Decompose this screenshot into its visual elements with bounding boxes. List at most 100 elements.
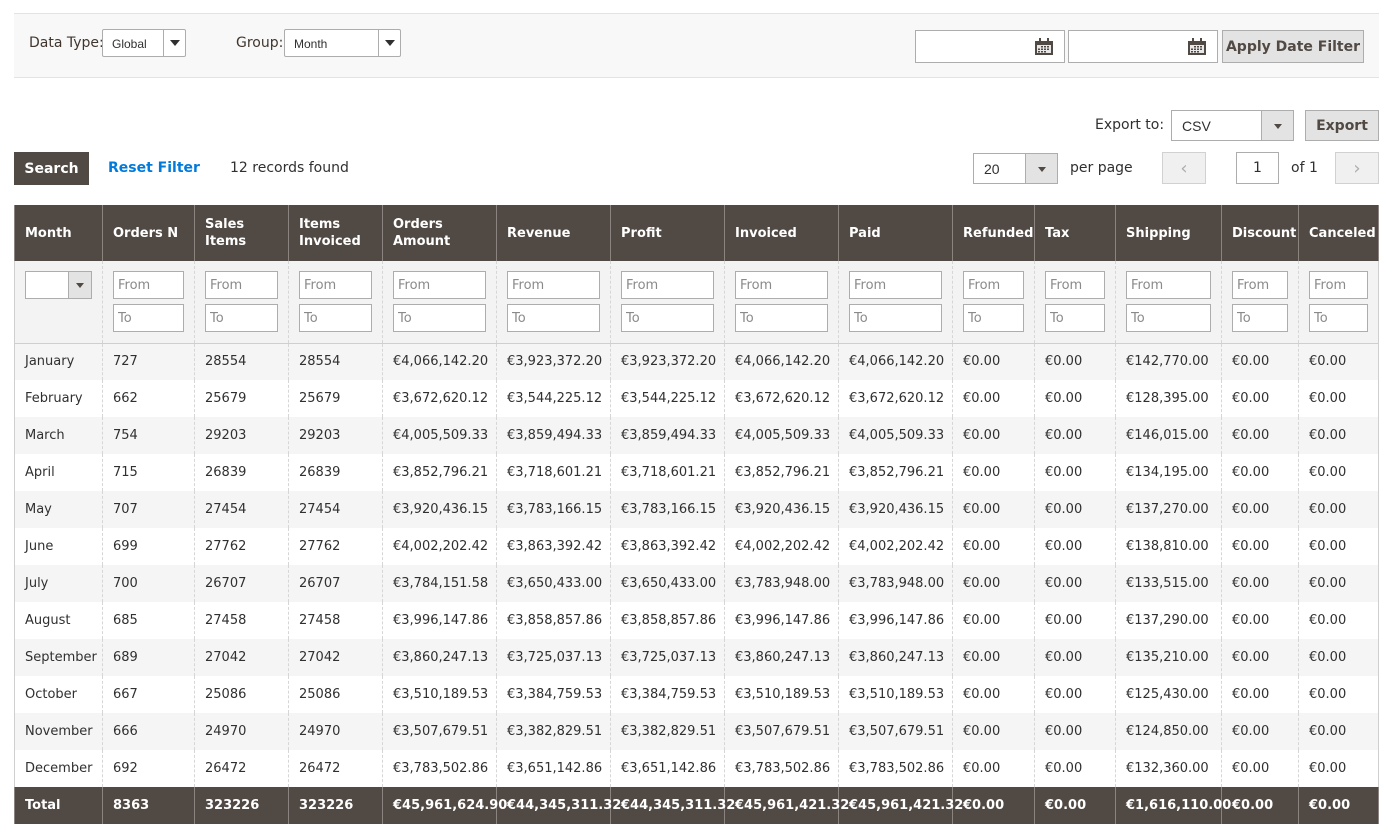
- table-cell: €0.00: [1034, 565, 1116, 602]
- table-cell: €3,382,829.51: [610, 713, 725, 750]
- filter-from-input[interactable]: [113, 271, 184, 299]
- per-page-select[interactable]: 20: [973, 153, 1058, 184]
- filter-to-input[interactable]: [205, 304, 278, 332]
- table-cell: 27762: [288, 528, 383, 565]
- column-header[interactable]: Paid: [838, 205, 953, 261]
- column-header[interactable]: Revenue: [496, 205, 611, 261]
- filter-from-input[interactable]: [621, 271, 714, 299]
- filter-to-input[interactable]: [1126, 304, 1211, 332]
- data-type-select[interactable]: Global: [102, 29, 186, 57]
- filter-to-input[interactable]: [113, 304, 184, 332]
- total-cell: €44,345,311.32: [496, 787, 621, 824]
- table-cell: 727: [102, 343, 195, 380]
- table-cell: €4,005,509.33: [382, 417, 497, 454]
- column-header[interactable]: Invoiced: [724, 205, 839, 261]
- table-cell: €3,996,147.86: [382, 602, 497, 639]
- filter-from-input[interactable]: [849, 271, 942, 299]
- table-row: April 715 26839 26839 €3,852,796.21 €3,718,60…: [14, 454, 1379, 491]
- table-cell: March: [14, 417, 103, 454]
- total-cell: €45,961,421.32: [724, 787, 849, 824]
- table-cell: €0.00: [1034, 528, 1116, 565]
- filter-from-input[interactable]: [1309, 271, 1368, 299]
- table-cell: €3,852,796.21: [724, 454, 839, 491]
- column-header[interactable]: Sales Items: [194, 205, 289, 261]
- column-header[interactable]: Canceled: [1298, 205, 1379, 261]
- filter-from-input[interactable]: [1126, 271, 1211, 299]
- calendar-icon[interactable]: [1187, 38, 1207, 56]
- filter-to-input[interactable]: [963, 304, 1024, 332]
- filter-to-input[interactable]: [849, 304, 942, 332]
- previous-page-button[interactable]: ‹: [1162, 152, 1206, 184]
- date-from-input[interactable]: [915, 30, 1065, 63]
- total-cell: 8363: [102, 787, 195, 824]
- calendar-icon[interactable]: [1034, 38, 1054, 56]
- table-cell: €0.00: [1221, 750, 1299, 787]
- filter-to-input[interactable]: [735, 304, 828, 332]
- filter-to-input[interactable]: [393, 304, 486, 332]
- table-cell: €0.00: [1221, 639, 1299, 676]
- chevron-right-icon: ›: [1353, 157, 1361, 179]
- search-button[interactable]: Search: [14, 152, 89, 185]
- chevron-down-icon: [1025, 154, 1057, 183]
- column-header[interactable]: Shipping: [1115, 205, 1222, 261]
- table-cell: February: [14, 380, 103, 417]
- column-header[interactable]: Orders Amount: [382, 205, 497, 261]
- reset-filter-link[interactable]: Reset Filter: [108, 160, 200, 176]
- table-cell: €3,783,502.86: [724, 750, 839, 787]
- date-to-input[interactable]: [1068, 30, 1218, 63]
- filter-from-input[interactable]: [299, 271, 372, 299]
- filter-to-input[interactable]: [299, 304, 372, 332]
- filter-cell: [288, 261, 383, 344]
- totals-row: Total 8363 323226 323226 €45,961,624.90 €44,3…: [14, 787, 1379, 824]
- total-cell: 323226: [194, 787, 289, 824]
- column-header[interactable]: Month: [14, 205, 103, 261]
- filter-cell: [838, 261, 953, 344]
- table-cell: 685: [102, 602, 195, 639]
- table-cell: €4,002,202.42: [838, 528, 953, 565]
- table-cell: €3,718,601.21: [496, 454, 611, 491]
- group-select[interactable]: Month: [284, 29, 401, 57]
- table-cell: €142,770.00: [1115, 343, 1222, 380]
- month-filter-select[interactable]: [25, 271, 92, 299]
- column-header[interactable]: Refunded: [952, 205, 1035, 261]
- filter-to-input[interactable]: [1045, 304, 1105, 332]
- filter-to-input[interactable]: [1232, 304, 1288, 332]
- filter-from-input[interactable]: [1045, 271, 1105, 299]
- filter-from-input[interactable]: [963, 271, 1024, 299]
- table-row: December 692 26472 26472 €3,783,502.86 €3,651…: [14, 750, 1379, 787]
- table-cell: 28554: [194, 343, 289, 380]
- table-cell: €3,510,189.53: [724, 676, 839, 713]
- filter-from-input[interactable]: [205, 271, 278, 299]
- filter-from-input[interactable]: [507, 271, 600, 299]
- column-header[interactable]: Items Invoiced: [288, 205, 383, 261]
- next-page-button[interactable]: ›: [1335, 152, 1379, 184]
- export-button[interactable]: Export: [1305, 110, 1379, 141]
- current-page-input[interactable]: [1236, 152, 1279, 184]
- table-row: October 667 25086 25086 €3,510,189.53 €3,384,…: [14, 676, 1379, 713]
- column-header[interactable]: Orders N: [102, 205, 195, 261]
- filter-from-input[interactable]: [1232, 271, 1288, 299]
- report-filter-bar: Data Type: Global Group: Month Apply Dat…: [14, 13, 1379, 78]
- table-cell: €138,810.00: [1115, 528, 1222, 565]
- total-cell: 323226: [288, 787, 383, 824]
- filter-to-input[interactable]: [621, 304, 714, 332]
- column-header[interactable]: Profit: [610, 205, 725, 261]
- apply-date-filter-button[interactable]: Apply Date Filter: [1222, 30, 1364, 63]
- filter-to-input[interactable]: [1309, 304, 1368, 332]
- export-format-select[interactable]: CSV: [1171, 110, 1294, 141]
- total-cell: €0.00: [1298, 787, 1379, 824]
- table-cell: €3,920,436.15: [382, 491, 497, 528]
- table-cell: €0.00: [1034, 380, 1116, 417]
- filter-from-input[interactable]: [393, 271, 486, 299]
- table-cell: July: [14, 565, 103, 602]
- filter-to-input[interactable]: [507, 304, 600, 332]
- table-cell: 29203: [194, 417, 289, 454]
- table-cell: €3,672,620.12: [838, 380, 953, 417]
- chevron-down-icon: [68, 272, 91, 298]
- table-cell: €3,860,247.13: [838, 639, 953, 676]
- table-cell: €3,859,494.33: [610, 417, 725, 454]
- filter-from-input[interactable]: [735, 271, 828, 299]
- column-header[interactable]: Tax: [1034, 205, 1116, 261]
- table-cell: €3,920,436.15: [724, 491, 839, 528]
- column-header[interactable]: Discount: [1221, 205, 1299, 261]
